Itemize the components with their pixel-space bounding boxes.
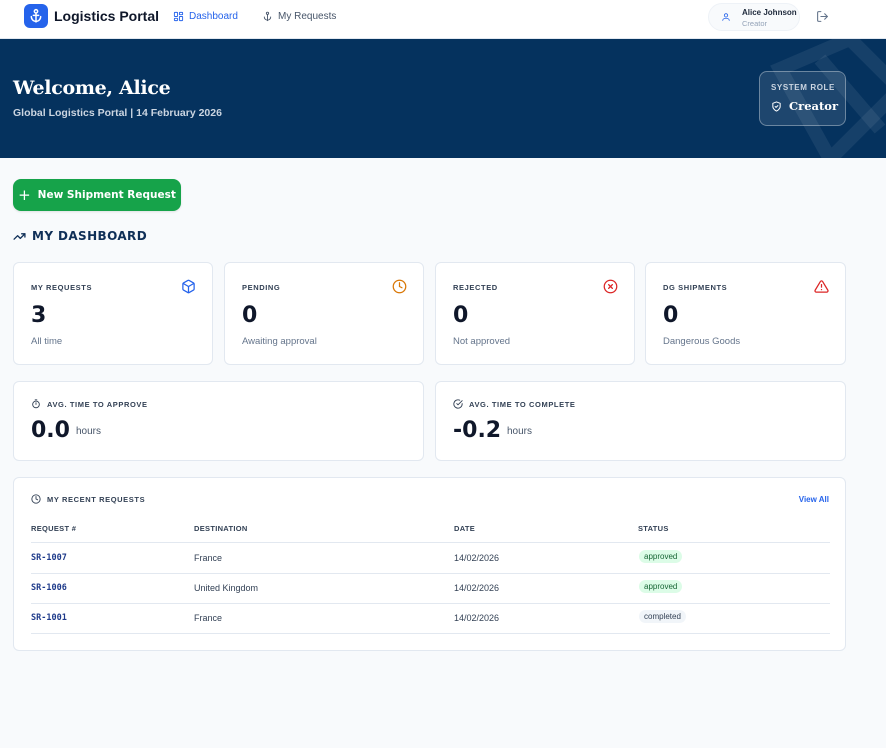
dashboard-section-title: MY DASHBOARD [13, 229, 147, 243]
brand[interactable]: Logistics Portal [24, 4, 159, 28]
shield-check-icon [772, 100, 781, 112]
nav-link-dashboard[interactable]: Dashboard [173, 11, 238, 22]
top-navigation: Logistics Portal Dashboard My Requests A… [0, 0, 886, 39]
stat-subtext: Not approved [453, 336, 511, 347]
stat-value: 0 [453, 303, 469, 328]
request-id-link[interactable]: SR-1001 [31, 613, 67, 623]
recent-requests-title-text: MY RECENT REQUESTS [47, 494, 146, 504]
recent-requests-card: MY RECENT REQUESTS View All REQUEST # DE… [13, 477, 846, 651]
clock-icon [31, 494, 41, 504]
destination-cell: France [194, 553, 223, 563]
x-circle-icon [603, 279, 618, 294]
user-role: Creator [742, 19, 768, 28]
role-value-text: Creator [789, 99, 839, 113]
stat-subtext: Dangerous Goods [663, 336, 741, 347]
system-role-card: SYSTEM ROLE Creator [759, 71, 846, 126]
new-shipment-request-button[interactable]: + New Shipment Request [13, 179, 181, 211]
trending-up-icon [13, 232, 26, 240]
stat-label: DG SHIPMENTS [663, 283, 728, 292]
new-shipment-request-label: New Shipment Request [37, 189, 176, 201]
destination-cell: France [194, 613, 223, 623]
role-value: Creator [771, 99, 838, 113]
table-row[interactable]: SR-1006 United Kingdom 14/02/2026 approv… [31, 573, 830, 603]
date-cell: 14/02/2026 [454, 553, 500, 563]
stat-value: 3 [31, 303, 47, 328]
time-label: AVG. TIME TO COMPLETE [453, 399, 576, 409]
table-divider [31, 633, 830, 634]
user-icon [722, 13, 730, 21]
stat-card-rejected[interactable]: REJECTED 0 Not approved [435, 262, 635, 365]
stat-card-my-requests[interactable]: MY REQUESTS 3 All time [13, 262, 213, 365]
nav-link-label: My Requests [278, 11, 337, 22]
column-header-status: STATUS [638, 524, 669, 533]
check-circle-icon [453, 399, 463, 409]
welcome-title: Welcome, Alice [13, 77, 171, 99]
time-unit: hours [507, 426, 533, 437]
nav-link-my-requests[interactable]: My Requests [262, 11, 336, 22]
role-label: SYSTEM ROLE [771, 83, 835, 92]
view-all-link[interactable]: View All [799, 495, 829, 504]
package-icon [182, 279, 195, 294]
date-cell: 14/02/2026 [454, 583, 500, 593]
stat-value: 0 [663, 303, 679, 328]
date-cell: 14/02/2026 [454, 613, 500, 623]
user-name: Alice Johnson [742, 8, 797, 17]
request-id-link[interactable]: SR-1006 [31, 583, 67, 593]
logout-icon [817, 11, 828, 22]
column-header-destination: DESTINATION [194, 524, 248, 533]
status-badge: completed [639, 610, 686, 623]
stat-card-pending[interactable]: PENDING 0 Awaiting approval [224, 262, 424, 365]
time-label-text: AVG. TIME TO COMPLETE [469, 399, 576, 409]
column-header-request: REQUEST # [31, 524, 77, 533]
clock-icon [392, 279, 407, 294]
logout-button[interactable] [816, 10, 829, 28]
time-value: -0.2 [453, 418, 502, 443]
recent-requests-title: MY RECENT REQUESTS [31, 494, 145, 504]
plus-icon: + [18, 186, 31, 204]
time-unit: hours [76, 426, 102, 437]
stat-value: 0 [242, 303, 258, 328]
dashboard-grid-icon [173, 11, 184, 22]
welcome-subtitle: Global Logistics Portal | 14 February 20… [13, 107, 222, 119]
nav-link-label: Dashboard [189, 11, 238, 22]
stat-label: REJECTED [453, 283, 498, 292]
stat-subtext: All time [31, 336, 63, 347]
time-label-text: AVG. TIME TO APPROVE [47, 399, 148, 409]
stat-label: PENDING [242, 283, 281, 292]
avg-time-to-complete-card: AVG. TIME TO COMPLETE -0.2 hours [435, 381, 846, 461]
request-id-link[interactable]: SR-1007 [31, 553, 67, 563]
anchor-logo-icon [24, 4, 48, 28]
dashboard-title-text: MY DASHBOARD [32, 229, 148, 243]
table-row[interactable]: SR-1007 France 14/02/2026 approved [31, 543, 830, 573]
user-menu[interactable]: Alice Johnson Creator [708, 3, 800, 31]
status-badge: approved [639, 550, 683, 563]
table-row[interactable]: SR-1001 France 14/02/2026 completed [31, 603, 830, 633]
column-header-date: DATE [454, 524, 476, 533]
avg-time-to-approve-card: AVG. TIME TO APPROVE 0.0 hours [13, 381, 424, 461]
status-badge: approved [639, 580, 683, 593]
stopwatch-icon [32, 399, 40, 409]
welcome-banner: Welcome, Alice Global Logistics Portal |… [0, 39, 886, 158]
stat-label: MY REQUESTS [31, 283, 93, 292]
anchor-icon [263, 11, 272, 22]
time-value: 0.0 [31, 418, 70, 443]
stat-card-dg-shipments[interactable]: DG SHIPMENTS 0 Dangerous Goods [645, 262, 846, 365]
app-name: Logistics Portal [54, 8, 160, 24]
destination-cell: United Kingdom [194, 583, 259, 593]
time-label: AVG. TIME TO APPROVE [31, 399, 148, 409]
warning-triangle-icon [814, 280, 829, 293]
stat-subtext: Awaiting approval [242, 336, 317, 347]
